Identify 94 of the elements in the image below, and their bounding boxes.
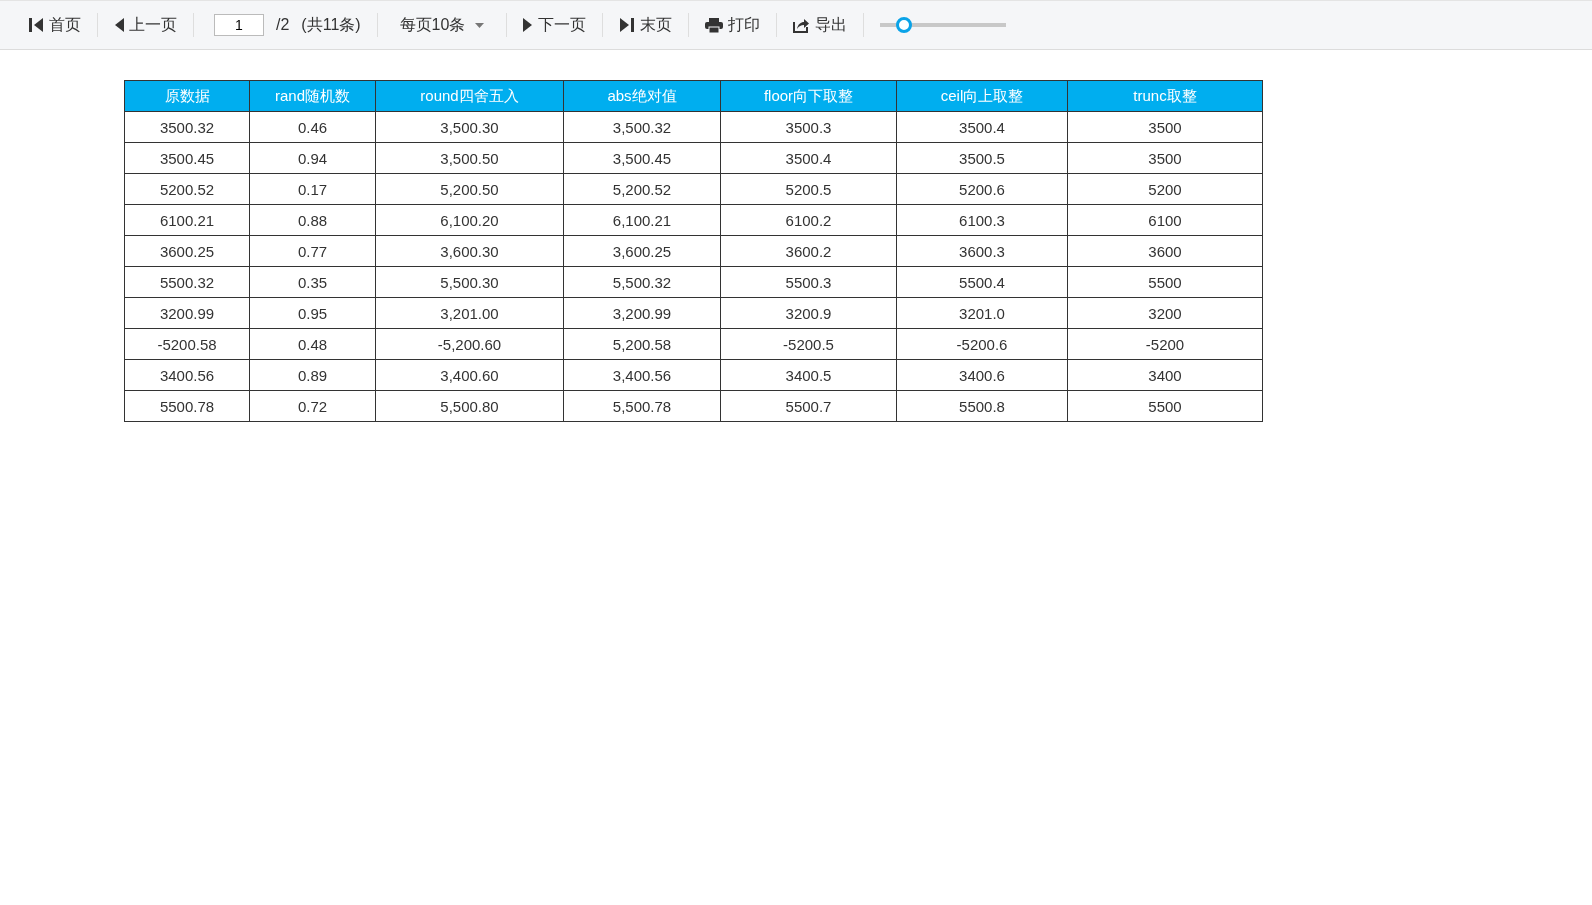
table-cell: 3,200.99	[563, 297, 721, 329]
table-cell: 6,100.20	[375, 204, 564, 236]
table-cell: 3500	[1067, 142, 1263, 174]
table-cell: 3,400.60	[375, 359, 564, 391]
table-cell: 0.35	[249, 266, 376, 298]
table-cell: 5200	[1067, 173, 1263, 205]
page-number-field[interactable]: 1	[214, 14, 264, 36]
table-cell: 3500.4	[720, 142, 897, 174]
table-cell: 0.89	[249, 359, 376, 391]
table-cell: 0.72	[249, 390, 376, 422]
table-cell: -5200.58	[124, 328, 250, 360]
printer-icon	[705, 17, 724, 33]
table-cell: 3600.25	[124, 235, 250, 267]
table-cell: 5,500.78	[563, 390, 721, 422]
table-cell: 5500.7	[720, 390, 897, 422]
table-cell: 3500.4	[896, 111, 1068, 143]
table-cell: 0.46	[249, 111, 376, 143]
table-cell: 6100.2	[720, 204, 897, 236]
table-cell: 3200.99	[124, 297, 250, 329]
caret-icon	[475, 22, 485, 28]
table-cell: 5500	[1067, 390, 1263, 422]
share-arrow-icon	[793, 17, 811, 33]
first-page-button[interactable]: 首页	[22, 10, 87, 40]
column-header: floor向下取整	[720, 80, 897, 112]
table-cell: 3,500.30	[375, 111, 564, 143]
column-header: abs绝对值	[563, 80, 721, 112]
table-cell: 6100.21	[124, 204, 250, 236]
table-cell: 6,100.21	[563, 204, 721, 236]
column-header: 原数据	[124, 80, 250, 112]
table-cell: 5500.4	[896, 266, 1068, 298]
table-cell: 5200.6	[896, 173, 1068, 205]
table-cell: 0.94	[249, 142, 376, 174]
column-header: round四舍五入	[375, 80, 564, 112]
table-cell: 5,500.32	[563, 266, 721, 298]
table-cell: 3,400.56	[563, 359, 721, 391]
table-cell: -5200.5	[720, 328, 897, 360]
next-page-button[interactable]: 下一页	[517, 10, 593, 40]
last-page-button[interactable]: 末页	[613, 10, 679, 40]
skip-start-icon	[28, 17, 44, 33]
table-cell: 3500.3	[720, 111, 897, 143]
table-cell: 3,600.30	[375, 235, 564, 267]
table-cell: 3500	[1067, 111, 1263, 143]
triangle-right-icon	[523, 17, 534, 33]
table-cell: 5,200.50	[375, 173, 564, 205]
table-cell: -5200	[1067, 328, 1263, 360]
table-cell: 5500.8	[896, 390, 1068, 422]
table-cell: 5500	[1067, 266, 1263, 298]
table-cell: 3200	[1067, 297, 1263, 329]
page-total: /2	[275, 16, 291, 34]
table-cell: 5,500.80	[375, 390, 564, 422]
skip-end-icon	[619, 17, 636, 33]
export-button[interactable]: 导出	[787, 10, 854, 40]
table-cell: 6100.3	[896, 204, 1068, 236]
page-size-dropdown[interactable]: 每页10条	[387, 10, 497, 40]
table-cell: 3400	[1067, 359, 1263, 391]
table-cell: 5500.3	[720, 266, 897, 298]
table-cell: 5500.78	[124, 390, 250, 422]
table-cell: 5200.5	[720, 173, 897, 205]
column-header: trunc取整	[1067, 80, 1263, 112]
record-count: (共11条)	[300, 14, 362, 35]
table-cell: 3,500.45	[563, 142, 721, 174]
triangle-left-icon	[114, 17, 124, 33]
table-cell: 0.17	[249, 173, 376, 205]
table-cell: 3400.5	[720, 359, 897, 391]
table-cell: 3,600.25	[563, 235, 721, 267]
table-cell: 5500.32	[124, 266, 250, 298]
table-cell: 3500.5	[896, 142, 1068, 174]
table-cell: 3600.3	[896, 235, 1068, 267]
table-cell: 3201.0	[896, 297, 1068, 329]
table-cell: 5,500.30	[375, 266, 564, 298]
table-cell: 3500.45	[124, 142, 250, 174]
table-cell: -5,200.60	[375, 328, 564, 360]
table-cell: 3600.2	[720, 235, 897, 267]
table-cell: 5,200.58	[563, 328, 721, 360]
print-button[interactable]: 打印	[699, 10, 767, 40]
table-cell: 0.77	[249, 235, 376, 267]
table-cell: 3400.6	[896, 359, 1068, 391]
table-cell: -5200.6	[896, 328, 1068, 360]
table-cell: 3400.56	[124, 359, 250, 391]
table-cell: 3,500.32	[563, 111, 721, 143]
column-header: ceil向上取整	[896, 80, 1068, 112]
table-cell: 0.88	[249, 204, 376, 236]
table-cell: 3,201.00	[375, 297, 564, 329]
table-cell: 0.48	[249, 328, 376, 360]
table-cell: 3600	[1067, 235, 1263, 267]
table-cell: 3,500.50	[375, 142, 564, 174]
table-cell: 6100	[1067, 204, 1263, 236]
table-cell: 5200.52	[124, 173, 250, 205]
table-cell: 3500.32	[124, 111, 250, 143]
column-header: rand随机数	[249, 80, 376, 112]
table-cell: 3200.9	[720, 297, 897, 329]
table-cell: 0.95	[249, 297, 376, 329]
table-cell: 5,200.52	[563, 173, 721, 205]
previous-page-button[interactable]: 上一页	[108, 10, 183, 40]
